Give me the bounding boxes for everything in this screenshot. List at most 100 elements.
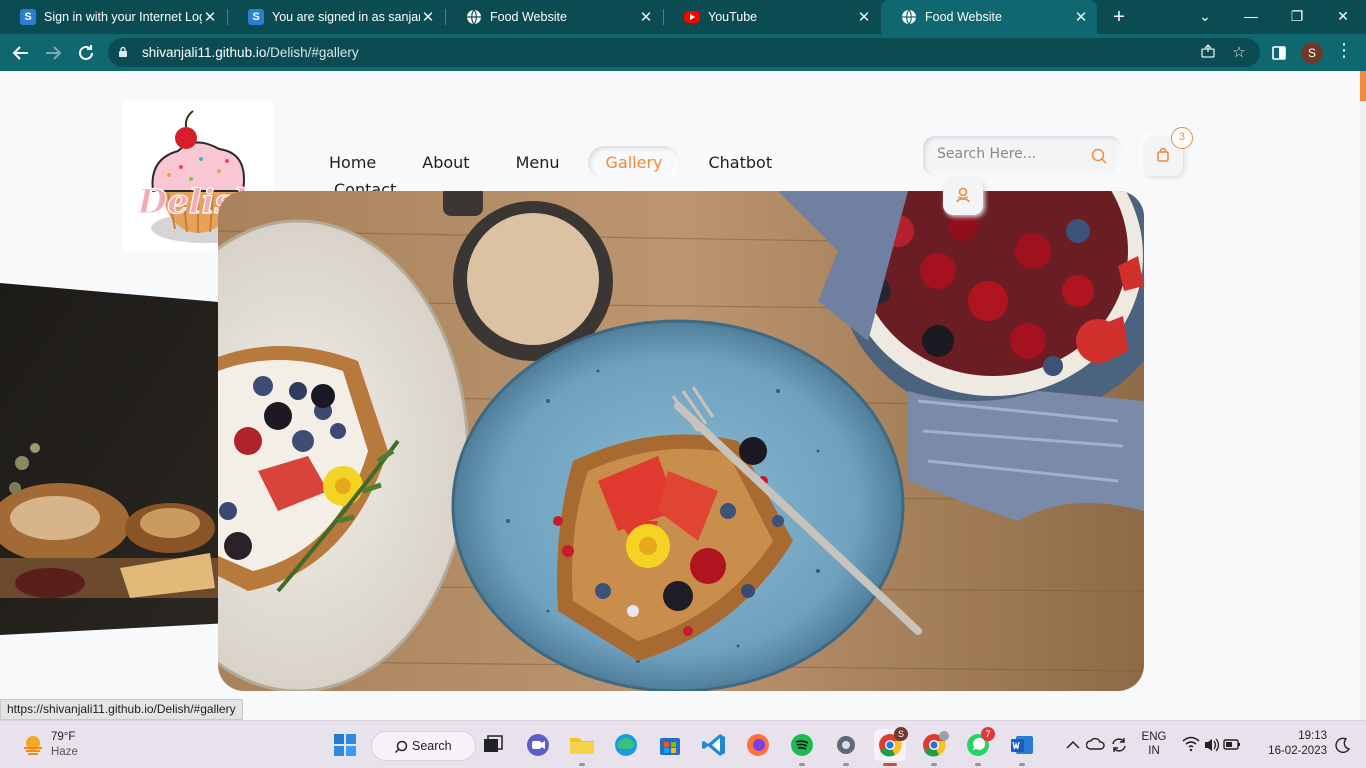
chrome-second-profile-button[interactable] (918, 729, 950, 766)
s-brand-icon: S (248, 9, 264, 25)
cart-button[interactable]: 3 (1143, 127, 1193, 176)
share-icon[interactable] (1198, 43, 1218, 63)
nav-gallery[interactable]: Gallery (587, 145, 681, 179)
clock[interactable]: 19:13 16-02-2023 (1257, 721, 1327, 768)
spotify-icon (791, 734, 813, 756)
notifications-button[interactable] (1333, 721, 1353, 768)
close-window-icon[interactable]: ✕ (1320, 0, 1366, 34)
haze-sun-icon (24, 736, 42, 755)
new-tab-icon[interactable]: + (1108, 6, 1130, 28)
word-button[interactable] (1006, 729, 1038, 766)
chrome-button-active[interactable]: S (874, 727, 908, 766)
edge-button[interactable] (610, 729, 642, 761)
file-explorer-button[interactable] (566, 729, 598, 766)
search-icon (394, 740, 408, 754)
profile-avatar[interactable]: S (1301, 42, 1323, 64)
sync-tray[interactable] (1109, 721, 1129, 768)
tab-title: YouTube (708, 10, 758, 24)
windows-logo-icon (334, 734, 356, 756)
whatsapp-button[interactable]: 7 (962, 727, 995, 766)
weather-widget[interactable]: 79°F Haze (18, 730, 118, 760)
taskbar-search-label: Search (412, 739, 452, 753)
running-indicator (931, 763, 937, 766)
task-view-icon (484, 735, 503, 752)
youtube-icon (684, 11, 700, 23)
shopping-bag-icon (1157, 147, 1169, 162)
close-tab-icon[interactable]: ✕ (856, 8, 872, 26)
taskbar-search[interactable]: Search (371, 731, 476, 761)
active-indicator (883, 763, 897, 766)
vscode-button[interactable] (698, 729, 730, 761)
chrome-icon (923, 731, 949, 757)
tab-search-chevron-icon[interactable]: ⌄ (1182, 0, 1228, 34)
language-secondary: IN (1148, 745, 1160, 757)
close-tab-icon[interactable]: ✕ (202, 8, 218, 26)
forward-icon[interactable] (40, 40, 66, 66)
close-tab-icon[interactable]: ✕ (1073, 8, 1089, 26)
side-panel-icon[interactable] (1266, 40, 1292, 66)
firefox-icon (747, 734, 769, 756)
page-scrollbar[interactable] (1360, 71, 1366, 720)
minimize-icon[interactable]: — (1228, 0, 1274, 34)
clock-time: 19:13 (1298, 730, 1327, 742)
sync-icon (1112, 738, 1126, 752)
nav-about[interactable]: About (404, 146, 487, 179)
user-account-button[interactable] (943, 177, 983, 215)
weather-temperature: 79°F (51, 731, 76, 743)
tab-food-website[interactable]: Food Website ✕ (446, 0, 662, 34)
globe-icon (466, 9, 482, 25)
restore-icon[interactable]: ❐ (1274, 0, 1320, 34)
running-indicator (843, 763, 849, 766)
nav-contact[interactable]: Contact (334, 181, 396, 191)
gear-icon (837, 736, 855, 754)
tab-signed-in[interactable]: S You are signed in as sanjana. ✕ (228, 0, 444, 34)
search-icon[interactable] (1090, 147, 1108, 165)
globe-icon (901, 9, 917, 25)
wifi-icon (1182, 736, 1200, 752)
url-text[interactable]: shivanjali11.github.io/Delish/#gallery (142, 45, 359, 60)
edge-icon (615, 734, 637, 756)
close-tab-icon[interactable]: ✕ (638, 8, 654, 26)
scroll-thumb[interactable] (1360, 71, 1366, 101)
reload-icon[interactable] (73, 40, 99, 66)
settings-button[interactable] (830, 729, 862, 766)
volume-icon (1205, 738, 1220, 752)
nav-chatbot[interactable]: Chatbot (690, 146, 790, 179)
s-brand-icon: S (20, 9, 36, 25)
cart-count-badge: 3 (1171, 127, 1193, 149)
task-view-button[interactable] (477, 729, 509, 761)
browser-toolbar: shivanjali11.github.io/Delish/#gallery ☆… (0, 34, 1366, 71)
tab-food-website-active[interactable]: Food Website ✕ (881, 0, 1097, 34)
link-preview-status: https://shivanjali11.github.io/Delish/#g… (0, 699, 243, 720)
tab-youtube[interactable]: YouTube ✕ (664, 0, 880, 34)
gallery-main-image (218, 191, 1144, 691)
teams-chat-button[interactable] (522, 729, 554, 761)
tab-sign-in[interactable]: S Sign in with your Internet Log ✕ (0, 0, 226, 34)
bookmark-star-icon[interactable]: ☆ (1229, 43, 1249, 63)
quick-settings[interactable] (1180, 721, 1244, 768)
clock-date: 16-02-2023 (1268, 745, 1327, 757)
chat-icon (527, 734, 549, 756)
address-bar[interactable]: shivanjali11.github.io/Delish/#gallery ☆ (108, 38, 1260, 67)
vscode-icon (702, 734, 725, 756)
back-icon[interactable] (8, 40, 34, 66)
more-menu-icon[interactable]: ⋮ (1334, 40, 1354, 61)
folder-icon (570, 738, 594, 754)
spotify-button[interactable] (786, 729, 818, 766)
search-input[interactable] (937, 146, 1087, 162)
running-indicator (799, 763, 805, 766)
start-button[interactable] (329, 729, 361, 761)
close-tab-icon[interactable]: ✕ (420, 8, 436, 26)
gallery-side-image-bread (0, 283, 230, 635)
input-language[interactable]: ENG IN (1138, 721, 1170, 768)
store-button[interactable] (654, 729, 686, 761)
nav-home[interactable]: Home (311, 146, 394, 179)
firefox-button[interactable] (742, 729, 774, 761)
onedrive-tray[interactable] (1085, 721, 1106, 768)
main-nav: Home About Menu Gallery Chatbot (311, 144, 800, 180)
nav-menu[interactable]: Menu (498, 146, 578, 179)
battery-icon (1223, 739, 1240, 750)
show-hidden-icons[interactable] (1063, 721, 1083, 768)
lock-icon[interactable] (118, 46, 128, 57)
running-indicator (1019, 763, 1025, 766)
